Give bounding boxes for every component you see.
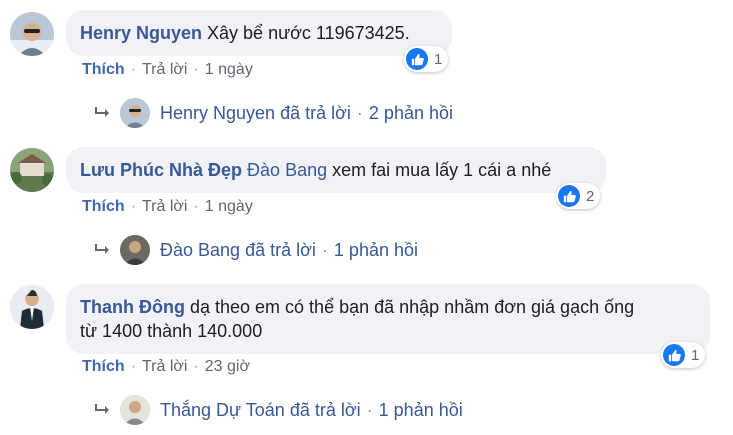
thumbs-up-icon	[663, 344, 685, 366]
reaction-number: 2	[586, 187, 595, 205]
avatar	[120, 98, 150, 128]
comment-text: Xây bể nước 119673425.	[207, 23, 410, 43]
comment-author[interactable]: Thanh Đông	[80, 297, 185, 317]
avatar[interactable]	[10, 285, 54, 329]
like-link[interactable]: Thích	[82, 358, 125, 376]
reply-link[interactable]: Trả lời	[142, 61, 187, 79]
reply-label: đã trả lời	[280, 102, 351, 123]
separator-dot: ·	[193, 61, 199, 78]
avatar	[120, 395, 150, 425]
avatar	[120, 235, 150, 265]
person-avatar-icon	[120, 395, 150, 425]
comment-text: xem fai mua lấy 1 cái a nhé	[332, 160, 552, 180]
avatar[interactable]	[10, 12, 54, 56]
house-garden-avatar-icon	[10, 148, 54, 192]
reaction-count[interactable]: 1	[404, 46, 449, 72]
reply-author: Thắng Dự Toán	[160, 399, 285, 420]
comment-actions: Thích · Trả lời · 1 ngày	[82, 198, 253, 216]
separator-dot: ·	[193, 358, 199, 375]
comment-time[interactable]: 23 giờ	[205, 358, 250, 376]
like-link[interactable]: Thích	[82, 61, 125, 79]
reply-arrow-icon	[95, 244, 109, 254]
person-avatar-icon	[120, 235, 150, 265]
thumbs-up-icon	[406, 48, 428, 70]
separator-dot: ·	[130, 198, 136, 215]
separator-dot: ·	[130, 358, 136, 375]
man-with-sunglasses-avatar-icon	[120, 98, 150, 128]
comment-time[interactable]: 1 ngày	[205, 61, 253, 79]
comment-time[interactable]: 1 ngày	[205, 198, 253, 216]
man-in-suit-avatar-icon	[10, 285, 54, 329]
thumbs-up-icon	[558, 185, 580, 207]
separator-dot: ·	[193, 198, 199, 215]
reply-count: 1 phản hồi	[333, 239, 418, 260]
reaction-count[interactable]: 2	[556, 183, 601, 209]
like-link[interactable]: Thích	[82, 198, 125, 216]
comment-actions: Thích · Trả lời · 1 ngày	[82, 61, 253, 79]
reply-arrow-icon	[95, 107, 109, 117]
separator-dot: ·	[321, 239, 328, 260]
separator-dot: ·	[356, 102, 363, 123]
separator-dot: ·	[366, 399, 373, 420]
reaction-number: 1	[434, 50, 443, 68]
separator-dot: ·	[130, 61, 136, 78]
reply-link[interactable]: Trả lời	[142, 198, 187, 216]
comment-text-line2: từ 1400 thành 140.000	[80, 321, 263, 341]
reaction-count[interactable]: 1	[661, 342, 706, 368]
view-replies-link[interactable]: Henry Nguyen đã trả lời · 2 phản hồi	[94, 98, 453, 128]
man-with-sunglasses-avatar-icon	[10, 12, 54, 56]
view-replies-link[interactable]: Thắng Dự Toán đã trả lời · 1 phản hồi	[94, 395, 463, 425]
reaction-number: 1	[691, 346, 700, 364]
reply-label: đã trả lời	[245, 239, 316, 260]
avatar[interactable]	[10, 148, 54, 192]
mentioned-user-tag[interactable]: Đào Bang	[247, 160, 327, 180]
comment-bubble: Henry Nguyen Xây bể nước 119673425.	[66, 10, 452, 56]
comment-author[interactable]: Lưu Phúc Nhà Đẹp	[80, 160, 242, 180]
reply-author: Henry Nguyen	[160, 102, 276, 123]
reply-arrow-icon	[95, 404, 109, 414]
comment-bubble: Thanh Đông dạ theo em có thể bạn đã nhập …	[66, 284, 710, 354]
view-replies-link[interactable]: Đào Bang đã trả lời · 1 phản hồi	[94, 235, 418, 265]
reply-count: 2 phản hồi	[368, 102, 453, 123]
reply-author: Đào Bang	[160, 239, 241, 260]
comment-text: dạ theo em có thể bạn đã nhập nhầm đơn g…	[189, 297, 635, 317]
reply-link[interactable]: Trả lời	[142, 358, 187, 376]
comment-author[interactable]: Henry Nguyen	[80, 23, 202, 43]
comment-actions: Thích · Trả lời · 23 giờ	[82, 358, 250, 376]
comment-bubble: Lưu Phúc Nhà Đẹp Đào Bang xem fai mua lấy …	[66, 147, 606, 193]
reply-count: 1 phản hồi	[378, 399, 463, 420]
reply-label: đã trả lời	[289, 399, 361, 420]
